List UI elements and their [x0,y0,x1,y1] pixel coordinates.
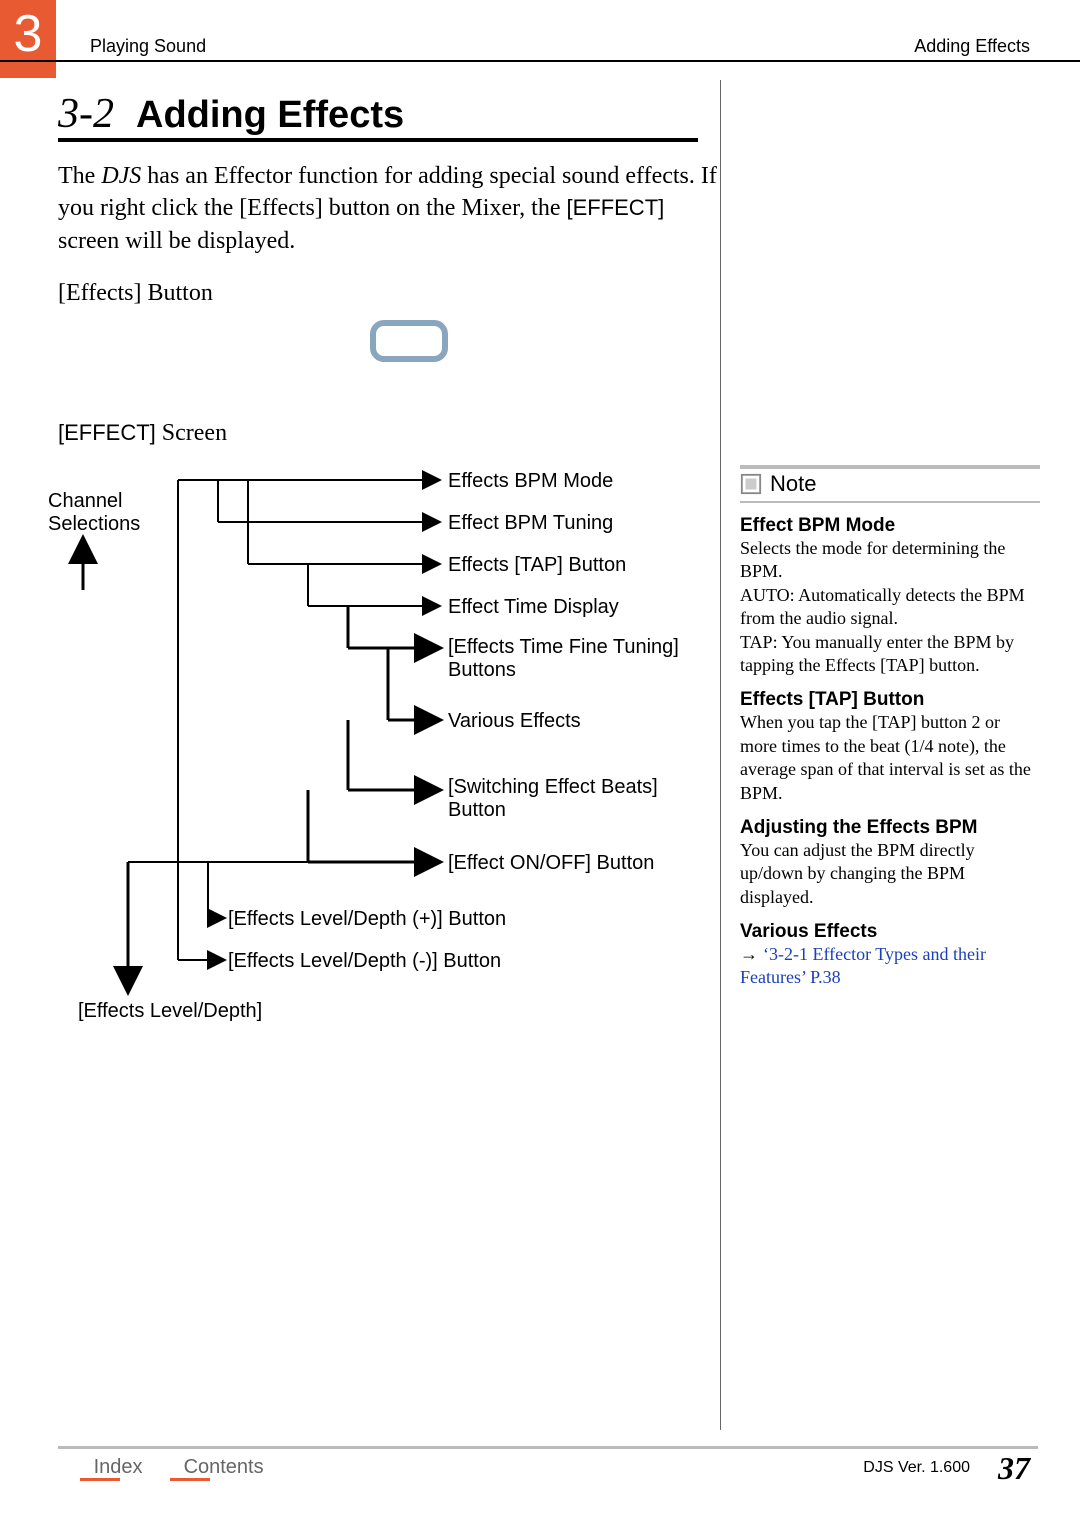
chapter-tab: 3 [0,0,56,78]
diagram-label-various-effects: Various Effects [448,710,581,733]
body-djs: DJS [101,163,141,189]
diagram-label-time-display: Effect Time Display [448,596,619,619]
section-rule [58,138,698,142]
note-p: You can adjust the BPM directly up/down … [740,839,1040,909]
note-column: Note Effect BPM Mode Selects the mode fo… [740,465,1040,990]
arrow-right-icon: → [740,944,763,964]
header-right: Adding Effects [914,36,1030,57]
note-p: TAP: You manually enter the BPM by tappi… [740,631,1040,678]
note-h-various: Various Effects [740,921,1040,943]
diagram-label-bpm-tuning: Effect BPM Tuning [448,512,613,535]
section-title-text: Adding Effects [136,94,404,136]
footer-index-label: Index [94,1456,143,1478]
effect-screen-label: [EFFECT] Screen [58,420,227,447]
note-h-tap: Effects [TAP] Button [740,689,1040,711]
note-sub-rule [740,501,1040,503]
intro-paragraph: The DJS has an Effector function for add… [58,160,718,257]
body-effect-label: [EFFECT] [566,195,664,220]
diagram-label-level-depth-minus: [Effects Level/Depth (-)] Button [228,950,501,973]
body-text: screen will be displayed. [58,228,295,254]
column-divider [720,80,721,1430]
note-link-text: ‘3-2-1 Effector Types and their Features… [740,944,986,987]
diagram-label-channel-selections: Channel Selections [48,490,188,536]
footer-contents-label: Contents [184,1456,264,1478]
effect-screen-label-sans: [EFFECT] [58,420,156,445]
note-header: Note [740,471,1040,497]
note-header-label: Note [770,471,816,497]
effect-screen-diagram: Channel Selections Effects BPM Mode Effe… [48,460,688,1020]
diagram-label-level-depth: [Effects Level/Depth] [78,1000,262,1023]
note-icon [740,473,762,495]
section-number: 3-2 [58,91,114,137]
note-rule [740,465,1040,469]
footer-page-number: 37 [998,1450,1030,1487]
diagram-lines [48,460,688,1020]
diagram-label-time-fine-tuning: [Effects Time Fine Tuning] Buttons [448,636,688,682]
note-h-bpm-mode: Effect BPM Mode [740,515,1040,537]
diagram-label-on-off: [Effect ON/OFF] Button [448,852,654,875]
note-p: When you tap the [TAP] button 2 or more … [740,711,1040,805]
effects-button-graphic [370,320,448,362]
note-crossref-link[interactable]: → ‘3-2-1 Effector Types and their Featur… [740,943,1040,990]
note-p: AUTO: Automatically detects the BPM from… [740,584,1040,631]
section-title: 3-2 Adding Effects [58,90,404,138]
note-h-adjusting: Adjusting the Effects BPM [740,817,1040,839]
footer-rule [58,1446,1038,1449]
header-rule [0,60,1080,62]
footer-contents-link[interactable]: Contents [170,1456,264,1481]
diagram-label-level-depth-plus: [Effects Level/Depth (+)] Button [228,908,506,931]
effect-screen-label-serif: Screen [156,420,227,446]
body-text: The [58,163,101,189]
header-left: Playing Sound [90,36,206,57]
diagram-label-tap-button: Effects [TAP] Button [448,554,626,577]
effects-button-label: [Effects] Button [58,280,213,307]
diagram-label-bpm-mode: Effects BPM Mode [448,470,613,493]
diagram-label-switching-beats: [Switching Effect Beats] Button [448,776,708,822]
note-p: Selects the mode for determining the BPM… [740,537,1040,584]
footer-index-link[interactable]: Index [80,1456,143,1481]
footer-tick-icon [80,1478,120,1481]
footer-version: DJS Ver. 1.600 [863,1459,970,1477]
footer-tick-icon [170,1478,210,1481]
